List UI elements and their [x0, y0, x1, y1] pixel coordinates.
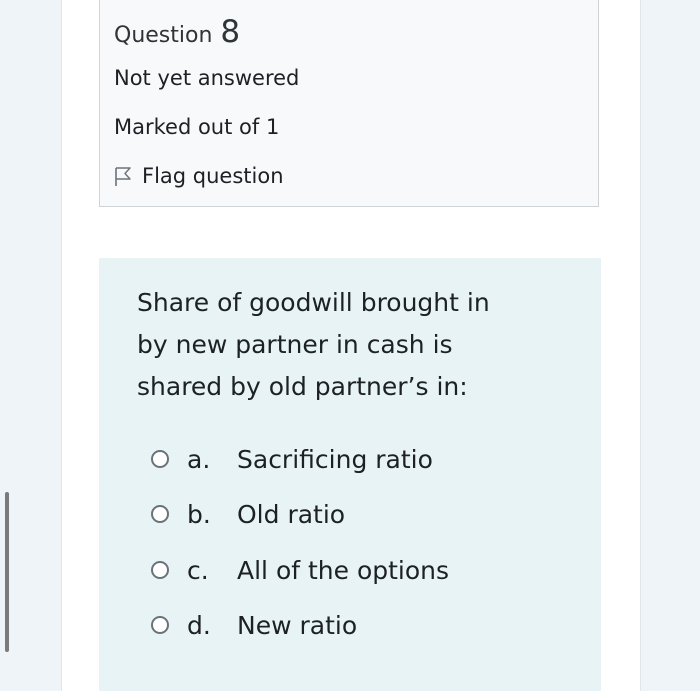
question-text-line: shared by old partner’s in: — [137, 372, 468, 401]
radio-button[interactable] — [151, 561, 169, 579]
question-content: Share of goodwill brought in by new part… — [99, 258, 601, 691]
answer-letter: a. — [187, 444, 211, 474]
left-margin — [0, 0, 60, 691]
question-number: 8 — [220, 14, 241, 50]
radio-button[interactable] — [151, 505, 169, 523]
question-state: Not yet answered — [114, 66, 300, 90]
answer-letter: d. — [187, 610, 211, 640]
answer-text: New ratio — [237, 610, 358, 640]
answer-text: All of the options — [237, 555, 450, 585]
question-text: Share of goodwill brought in by new part… — [137, 282, 557, 408]
answer-option-d[interactable]: d. New ratio — [151, 610, 531, 640]
flag-question-link[interactable]: Flag question — [114, 164, 284, 188]
question-text-line: Share of goodwill brought in — [137, 288, 490, 317]
scrollbar-thumb[interactable] — [5, 492, 9, 652]
question-label: Question — [114, 23, 213, 48]
question-info-box: Question 8 Not yet answered Marked out of… — [99, 0, 599, 207]
question-title: Question 8 — [114, 14, 240, 50]
answer-text: Old ratio — [237, 499, 346, 529]
answer-letter: c. — [187, 555, 209, 585]
answer-letter: b. — [187, 499, 211, 529]
answer-text: Sacrificing ratio — [237, 444, 433, 474]
question-text-line: by new partner in cash is — [137, 330, 453, 359]
answer-option-b[interactable]: b. Old ratio — [151, 499, 531, 529]
radio-button[interactable] — [151, 450, 169, 468]
radio-button[interactable] — [151, 616, 169, 634]
flag-icon — [115, 167, 131, 186]
flag-question-label: Flag question — [142, 164, 284, 188]
answer-option-c[interactable]: c. All of the options — [151, 555, 531, 585]
question-grade: Marked out of 1 — [114, 115, 280, 139]
answer-option-a[interactable]: a. Sacrificing ratio — [151, 444, 531, 474]
